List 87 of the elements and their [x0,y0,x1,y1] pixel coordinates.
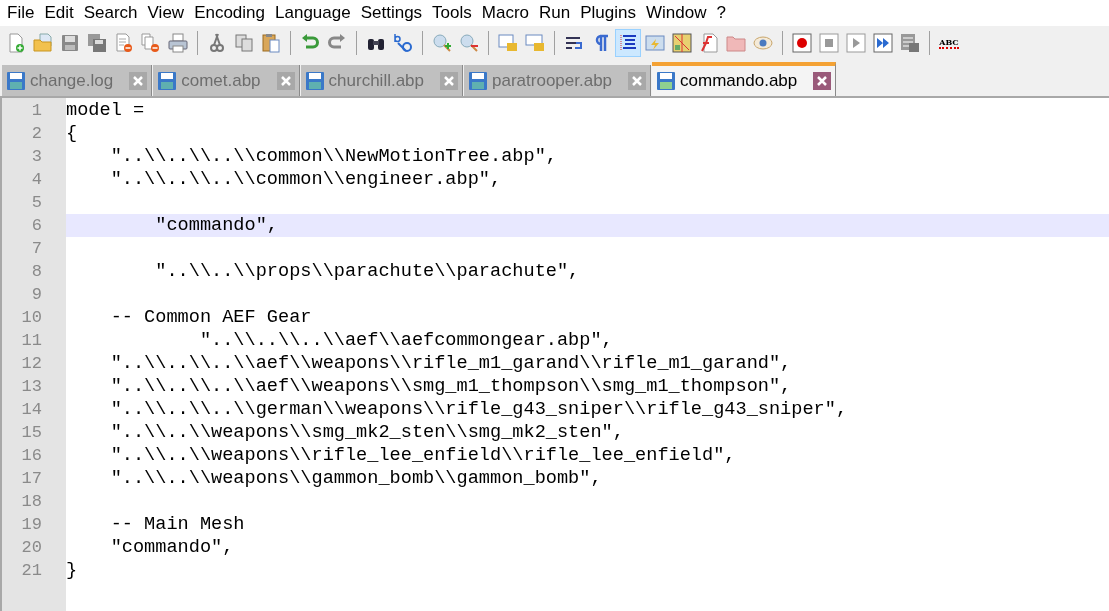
line-number: 16 [20,445,43,467]
code-line: "..\\..\\weapons\\rifle_lee_enfield\\rifle_lee_enfield", [109,444,736,467]
window-lock-icon [498,32,518,53]
line-number: 18 [20,491,43,513]
menu-item[interactable]: Search [78,3,143,23]
close-icon[interactable] [628,71,647,90]
document-remove-icon [114,32,134,53]
line-number: 13 [20,376,43,398]
code-line: "..\\..\\..\\aef\\weapons\\rifle_m1_garand\\rifle_m1_garand", [109,352,792,375]
documents-remove-icon [141,32,161,53]
menu-item[interactable]: Run [534,3,576,23]
zoom-in-icon [432,32,452,53]
map-icon [672,32,692,53]
menu-item[interactable]: Language [270,3,356,23]
file-tab[interactable]: commando.abp [652,62,837,96]
line-number: 17 [20,468,43,490]
line-number: 14 [20,399,43,421]
line-number: 10 [20,307,43,329]
fast-forward-icon [873,32,893,53]
code-line: -- Common AEF Gear [109,306,312,329]
line-number: 7 [30,238,43,260]
code-line: "..\\..\\..\\german\\weapons\\rifle_g43_sniper\\rifle_g43_sniper", [109,398,848,421]
indent-guide-icon [618,32,638,53]
line-number: 19 [20,514,43,536]
spellcheck-button[interactable]: ABC [936,28,962,57]
menu-item[interactable]: Macro [476,3,534,23]
floppy-disks-icon [87,32,107,53]
code-line: "..\\..\\..\\aef\\weapons\\smg_m1_thompson\\smg_m1_thompson", [109,375,792,398]
code-line: model = [66,99,145,122]
close-icon[interactable] [276,71,295,90]
folder-icon [33,32,53,53]
copy-icon [234,32,254,53]
code-line: "commando", [154,214,278,237]
line-number: 15 [20,422,43,444]
tab-label: comet.abp [181,70,262,91]
code-line: } [66,559,78,582]
menu-item[interactable]: File [2,3,40,23]
menu-item[interactable]: Plugins [575,3,641,23]
code-line: "commando", [109,536,234,559]
code-line: "..\\..\\props\\parachute\\parachute", [154,260,580,283]
function-document-icon [699,32,719,53]
menu-item[interactable]: Settings [355,3,428,23]
code-line: "..\\..\\..\\common\\NewMotionTree.abp", [109,145,557,168]
table-icon [900,32,920,53]
stop-icon [819,32,839,53]
window-lightning-icon [645,32,665,53]
zoom-out-icon [459,32,479,53]
line-number: 12 [20,353,43,375]
line-number: 4 [30,169,43,191]
code-line: "..\\..\\..\\common\\engineer.abp", [109,168,502,191]
close-icon[interactable] [129,71,148,90]
code-line: -- Main Mesh [109,513,245,536]
line-number: 8 [30,261,43,283]
tab-label: churchill.abp [328,70,426,91]
scissors-icon [207,32,227,53]
window-lock-icon [525,32,545,53]
line-number: 20 [20,537,43,559]
printer-icon [168,32,188,53]
code-line: { [66,122,78,145]
indent-guide-button[interactable] [615,28,641,57]
record-icon [792,32,812,53]
line-number: 11 [20,330,43,352]
tab-label: change.log [30,70,115,91]
code-line: "..\\..\\weapons\\gammon_bomb\\gammon_bomb", [109,467,602,490]
line-number: 3 [30,146,43,168]
tab-label: paratrooper.abp [492,70,614,91]
line-number: 5 [30,192,43,214]
menu-item[interactable]: ? [711,3,731,23]
line-number: 21 [20,560,43,582]
menu-item[interactable]: View [142,3,190,23]
line-number: 2 [30,123,43,145]
menu-item[interactable]: Edit [39,3,79,23]
close-icon[interactable] [440,71,459,90]
new-file-icon [6,32,26,53]
menu-item[interactable]: Window [640,3,712,23]
play-icon [846,32,866,53]
menu-item[interactable]: Tools [427,3,477,23]
menu-item[interactable]: Encoding [189,3,270,23]
line-number: 1 [30,100,43,122]
clipboard-icon [261,32,281,53]
line-number: 9 [30,284,43,306]
code-line: "..\\..\\..\\aef\\aefcommongear.abp", [198,329,613,352]
line-number: 6 [30,215,43,237]
close-icon[interactable] [813,72,832,90]
find-replace-icon [393,32,413,53]
tab-label: commando.abp [680,71,799,91]
code-line: "..\\..\\weapons\\smg_mk2_sten\\smg_mk2_sten", [109,421,624,444]
